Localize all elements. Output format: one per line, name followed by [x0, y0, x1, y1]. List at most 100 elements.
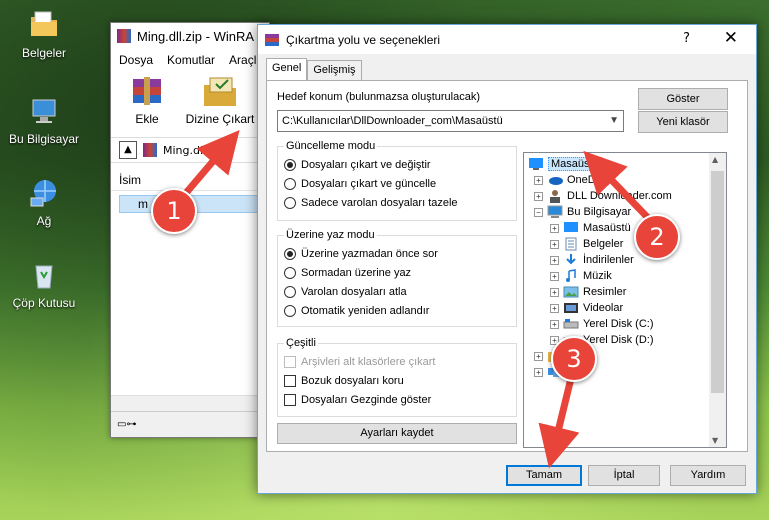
overwrite-option-rename[interactable]: Otomatik yeniden adlandır	[284, 305, 429, 317]
column-header-name[interactable]: İsim	[111, 169, 269, 191]
dialog-tabs: Genel Gelişmiş	[266, 58, 362, 80]
overwrite-mode-title: Üzerine yaz modu	[284, 229, 377, 241]
radio-button[interactable]	[284, 197, 296, 209]
extract-to-button[interactable]: Dizine Çıkart	[183, 71, 257, 131]
expand-icon[interactable]: +	[550, 271, 559, 281]
checkbox[interactable]	[284, 394, 296, 406]
misc-option-subfolders: Arşivleri alt klasörlere çıkart	[284, 356, 435, 368]
overwrite-option-overwrite[interactable]: Sormadan üzerine yaz	[284, 267, 411, 279]
computer-icon	[27, 94, 61, 128]
menu-file[interactable]: Dosya	[119, 53, 153, 67]
radio-button[interactable]	[284, 178, 296, 190]
desktop-icon-recycle-bin[interactable]: Çöp Kutusu	[0, 258, 88, 310]
misc-group: Çeşitli Arşivleri alt klasörlere çıkart …	[277, 337, 517, 417]
radio-button[interactable]	[284, 267, 296, 279]
destination-path-combobox[interactable]: C:\Kullanıcılar\DllDownloader_com\Masaüs…	[277, 110, 624, 132]
expand-icon[interactable]: +	[550, 319, 559, 329]
expand-icon[interactable]: +	[550, 287, 559, 297]
winrar-titlebar[interactable]: Ming.dll.zip - WinRA	[111, 23, 269, 49]
archive-icon	[143, 143, 157, 157]
callout-badge-1: 1	[151, 188, 197, 234]
onedrive-icon	[547, 173, 563, 187]
tree-node-onedrive[interactable]: + OneDri	[534, 172, 602, 188]
overwrite-option-skip[interactable]: Varolan dosyaları atla	[284, 286, 407, 298]
close-icon[interactable]: ✕	[724, 28, 738, 48]
expand-icon[interactable]: +	[550, 255, 559, 265]
user-icon	[547, 189, 563, 203]
folder-tree[interactable]: Masaüstü + OneDri + DLL Downloader.com −…	[523, 152, 727, 448]
network-icon	[27, 176, 61, 210]
scroll-up-icon[interactable]: ▲	[712, 155, 718, 164]
help-button[interactable]: Yardım	[670, 465, 746, 486]
checkbox[interactable]	[284, 375, 296, 387]
horizontal-scrollbar[interactable]	[111, 395, 269, 411]
expand-icon[interactable]: +	[534, 175, 543, 185]
tree-vertical-scrollbar[interactable]: ▲ ▼	[709, 153, 726, 447]
music-icon	[563, 269, 579, 283]
tree-node-this-pc[interactable]: − Bu Bilgisayar	[534, 204, 631, 220]
disk-icon	[563, 317, 579, 331]
winrar-window: Ming.dll.zip - WinRA Dosya Komutlar Araç…	[110, 22, 270, 438]
winrar-title: Ming.dll.zip - WinRA	[137, 28, 255, 44]
help-icon[interactable]: ?	[683, 31, 690, 46]
menu-commands[interactable]: Komutlar	[167, 53, 215, 67]
tree-node-pictures[interactable]: + Resimler	[550, 284, 626, 300]
radio-button[interactable]	[284, 159, 296, 171]
tree-node-downloads[interactable]: + İndirilenler	[550, 252, 634, 268]
save-settings-button[interactable]: Ayarları kaydet	[277, 423, 517, 444]
scroll-down-icon[interactable]: ▼	[712, 436, 718, 445]
misc-option-keep-broken[interactable]: Bozuk dosyaları koru	[284, 375, 404, 387]
desktop-icon-computer[interactable]: Bu Bilgisayar	[0, 94, 88, 146]
ok-button[interactable]: Tamam	[506, 465, 582, 486]
tree-node-pc-desktop[interactable]: + Masaüstü	[550, 220, 631, 236]
downloads-icon	[563, 253, 579, 267]
update-option-freshen[interactable]: Sadece varolan dosyaları tazele	[284, 197, 458, 209]
radio-button[interactable]	[284, 248, 296, 260]
overwrite-option-ask[interactable]: Üzerine yazmadan önce sor	[284, 248, 438, 260]
update-option-replace[interactable]: Dosyaları çıkart ve değiştir	[284, 159, 431, 171]
update-mode-title: Güncelleme modu	[284, 140, 378, 152]
pictures-icon	[563, 285, 579, 299]
misc-option-show-in-explorer[interactable]: Dosyaları Gezginde göster	[284, 394, 431, 406]
desktop-icon	[528, 157, 544, 171]
expand-icon[interactable]: +	[550, 239, 559, 249]
dialog-titlebar[interactable]: Çıkartma yolu ve seçenekleri ? ✕	[258, 25, 756, 54]
desktop-icon-network[interactable]: Ağ	[0, 176, 88, 228]
radio-button[interactable]	[284, 286, 296, 298]
tree-node-desktop[interactable]: Masaüstü	[528, 156, 602, 172]
misc-title: Çeşitli	[284, 337, 318, 349]
new-folder-button[interactable]: Yeni klasör	[638, 111, 728, 133]
update-option-update[interactable]: Dosyaları çıkart ve güncelle	[284, 178, 436, 190]
winrar-menubar: Dosya Komutlar Araçla	[111, 49, 269, 71]
up-folder-icon[interactable]: ▲	[119, 141, 137, 159]
tree-node-documents[interactable]: + Belgeler	[550, 236, 623, 252]
tree-node-user[interactable]: + DLL Downloader.com	[534, 188, 672, 204]
cancel-button[interactable]: İptal	[588, 465, 660, 486]
show-button[interactable]: Göster	[638, 88, 728, 110]
update-mode-group: Güncelleme modu Dosyaları çıkart ve deği…	[277, 140, 517, 221]
overwrite-mode-group: Üzerine yaz modu Üzerine yazmadan önce s…	[277, 229, 517, 327]
dialog-title: Çıkartma yolu ve seçenekleri	[286, 32, 441, 47]
collapse-icon[interactable]: −	[534, 207, 543, 217]
folder-icon	[27, 8, 61, 42]
tab-advanced[interactable]: Gelişmiş	[307, 60, 362, 80]
desktop-icon	[563, 221, 579, 235]
expand-icon[interactable]: +	[534, 191, 543, 201]
tree-node-disk-c[interactable]: + Yerel Disk (C:)	[550, 316, 654, 332]
tab-general[interactable]: Genel	[266, 58, 308, 80]
radio-button[interactable]	[284, 305, 296, 317]
expand-icon[interactable]: +	[550, 223, 559, 233]
scroll-thumb[interactable]	[711, 171, 724, 393]
drive-icon: ▭⊶	[117, 419, 137, 430]
tree-node-music[interactable]: + Müzik	[550, 268, 612, 284]
expand-icon[interactable]: +	[550, 303, 559, 313]
destination-path-value: C:\Kullanıcılar\DllDownloader_com\Masaüs…	[282, 115, 503, 127]
recycle-bin-icon	[27, 258, 61, 292]
desktop-icon-documents[interactable]: Belgeler	[0, 8, 88, 60]
add-button[interactable]: Ekle	[121, 71, 173, 131]
expand-icon[interactable]: +	[534, 367, 543, 377]
expand-icon[interactable]: +	[534, 351, 543, 361]
chevron-down-icon[interactable]: ▼	[609, 111, 619, 131]
tree-node-videos[interactable]: + Videolar	[550, 300, 623, 316]
videos-icon	[563, 301, 579, 315]
